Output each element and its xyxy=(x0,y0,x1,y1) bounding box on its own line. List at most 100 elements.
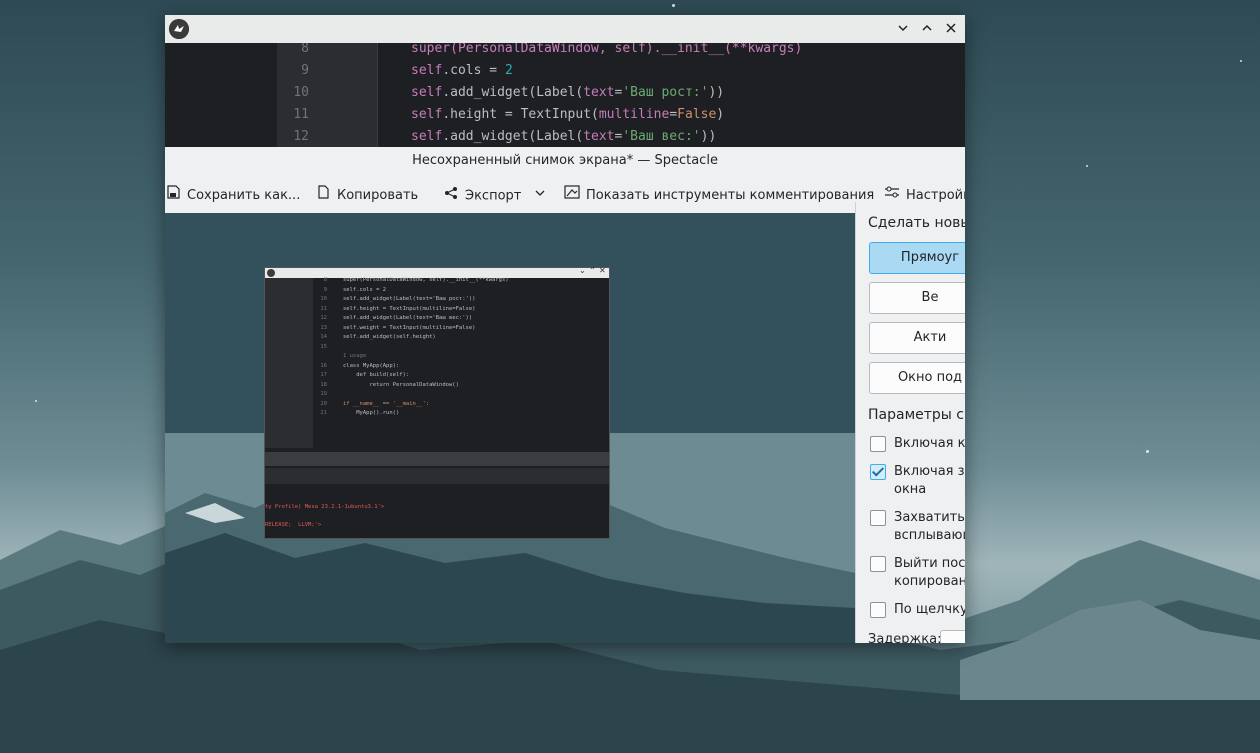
thumbnail-code-line: 9 self.cols = 2 xyxy=(265,286,609,295)
thumbnail-line-number: 19 xyxy=(320,391,327,397)
thumbnail-code-line: 13 self.weight = TextInput(multiline=Fals… xyxy=(265,324,609,333)
code-text: self.add_widget(Label(text='Ваш рост:')) xyxy=(411,85,725,100)
take-new-heading: Сделать новы xyxy=(868,215,965,231)
include-cursor-checkbox[interactable] xyxy=(870,436,886,452)
thumbnail-code-text: class MyApp(App): xyxy=(343,362,400,369)
maximize-icon[interactable] xyxy=(917,19,937,39)
thumbnail-code-line: 19 xyxy=(265,390,609,399)
thumbnail-code-text: super(PersonalDataWindow, self).__init__… xyxy=(343,277,509,283)
minimize-icon: ⌄ xyxy=(579,266,586,275)
rectangle-region-button[interactable]: Прямоуг xyxy=(869,242,965,274)
capture-popup-checkbox[interactable] xyxy=(870,510,886,526)
code-text: super(PersonalDataWindow, self).__init__… xyxy=(411,43,803,56)
annotate-icon xyxy=(564,175,580,217)
kivy-logo-icon xyxy=(169,19,189,39)
capture-popup-label-line2: всплывающ xyxy=(894,528,965,543)
window-under-cursor-button[interactable]: Окно под xyxy=(869,362,965,394)
thumbnail-code-text: self.cols = 2 xyxy=(343,286,387,293)
thumbnail-code-line: 10 self.add_widget(Label(text='Ваш рост:'… xyxy=(265,295,609,304)
code-line: 8 super(PersonalDataWindow, self).__init_… xyxy=(165,43,965,60)
thumbnail-code-line: 12 self.add_widget(Label(text='Ваш вес:')… xyxy=(265,314,609,323)
thumbnail-code-text: self.add_widget(Label(text='Ваш вес:')) xyxy=(343,315,473,321)
annotate-label: Показать инструменты комментирования xyxy=(586,188,875,203)
settings-label: Настройк xyxy=(906,188,965,203)
thumbnail-code-text: self.add_widget(Label(text='Ваш рост:')) xyxy=(343,296,476,302)
thumbnail-line-number: 17 xyxy=(320,372,327,378)
active-window-button[interactable]: Акти xyxy=(869,322,965,354)
include-cursor-label: Включая ку xyxy=(894,436,965,451)
screenshot-preview[interactable]: ⌄ ⌃ ✕ 8 super(PersonalDataWindow, self)._… xyxy=(165,213,855,643)
thumbnail-code-text: self.weight = TextInput(multiline=False) xyxy=(343,324,476,331)
save-icon xyxy=(165,175,181,217)
window-titlebar[interactable] xyxy=(165,15,965,44)
thumbnail-terminal-line: ty Profile) Mesa 23.2.1-1ubuntu3.1'> xyxy=(265,504,385,510)
include-titlebar-label-line2: окна xyxy=(894,482,927,497)
thumbnail-panel-bar xyxy=(265,468,609,484)
include-titlebar-checkbox[interactable] xyxy=(870,464,886,480)
thumbnail-line-number: 16 xyxy=(320,362,327,369)
preview-thumbnail-window: ⌄ ⌃ ✕ 8 super(PersonalDataWindow, self)._… xyxy=(264,266,610,539)
thumbnail-code-line: 17 def build(self): xyxy=(265,371,609,380)
quit-after-copy-label-line2: копировани xyxy=(894,574,965,589)
star xyxy=(672,4,675,7)
thumbnail-code-text: MyApp().run() xyxy=(343,410,400,416)
delay-label: Задержка: xyxy=(868,632,942,643)
code-text: self.height = TextInput(multiline=False) xyxy=(411,107,725,122)
code-line: 11 self.height = TextInput(multiline=Fals… xyxy=(165,104,965,126)
export-label: Экспорт xyxy=(465,188,522,204)
full-screen-button[interactable]: Ве xyxy=(869,282,965,314)
thumbnail-code-text: def build(self): xyxy=(343,372,410,378)
thumbnail-line-number: 11 xyxy=(320,305,327,312)
code-line: 10 self.add_widget(Label(text='Ваш рост:'… xyxy=(165,82,965,104)
close-icon[interactable] xyxy=(941,19,961,39)
annotate-button[interactable]: Показать инструменты комментирования xyxy=(564,175,874,217)
save-as-button[interactable]: Сохранить как... xyxy=(165,175,300,217)
capture-side-panel: Сделать новы Прямоуг Ве Акти Окно под Па… xyxy=(855,202,965,643)
on-click-checkbox[interactable] xyxy=(870,602,886,618)
star xyxy=(1146,450,1149,453)
code-text: self.cols = 2 xyxy=(411,63,513,78)
capture-params-heading: Параметры сн xyxy=(868,407,965,423)
thumbnail-line-number: 21 xyxy=(320,410,327,416)
thumbnail-line-number: 10 xyxy=(320,296,327,302)
thumbnail-code-line: 1 usage xyxy=(265,352,609,361)
save-as-label: Сохранить как... xyxy=(187,188,301,203)
thumbnail-code-line: 15 xyxy=(265,343,609,352)
line-number: 8 xyxy=(301,43,309,56)
line-number: 9 xyxy=(301,63,309,78)
code-line: 9 self.cols = 2 xyxy=(165,60,965,82)
share-icon xyxy=(443,176,459,218)
thumbnail-code-line: 21 MyApp().run() xyxy=(265,409,609,418)
capture-popup-label: Захватить т xyxy=(894,510,965,525)
line-number: 12 xyxy=(293,129,309,144)
thumbnail-line-number: 15 xyxy=(320,343,327,350)
minimize-icon[interactable] xyxy=(893,19,913,39)
thumbnail-code-line: 18 return PersonalDataWindow() xyxy=(265,381,609,390)
copy-button[interactable]: Копировать xyxy=(315,175,418,217)
thumbnail-code-line: 8 super(PersonalDataWindow, self).__init_… xyxy=(265,276,609,285)
thumbnail-code-line: 16 class MyApp(App): xyxy=(265,362,609,371)
thumbnail-code-line: 11 self.height = TextInput(multiline=Fals… xyxy=(265,305,609,314)
kivy-app-window: 8 super(PersonalDataWindow, self).__init_… xyxy=(165,15,965,643)
thumbnail-code-text: self.height = TextInput(multiline=False) xyxy=(343,305,476,312)
thumbnail-line-number: 8 xyxy=(323,277,327,283)
spectacle-window-title: Несохраненный снимок экрана* — Spectacle xyxy=(165,147,965,175)
quit-after-copy-checkbox[interactable] xyxy=(870,556,886,572)
export-button[interactable]: Экспорт xyxy=(443,175,546,217)
code-text: self.add_widget(Label(text='Ваш вес:')) xyxy=(411,129,717,144)
thumbnail-line-number: 20 xyxy=(320,400,327,407)
include-titlebar-label: Включая за xyxy=(894,464,965,479)
delay-spinbox[interactable] xyxy=(940,630,965,643)
star xyxy=(35,400,37,402)
copy-label: Копировать xyxy=(337,188,419,203)
chevron-down-icon xyxy=(534,175,546,217)
thumbnail-line-number: 14 xyxy=(320,334,327,340)
thumbnail-code-text: 1 usage xyxy=(343,353,367,359)
thumbnail-terminal-line: RELEASE; LLVM;'> xyxy=(265,522,322,528)
thumbnail-line-number: 18 xyxy=(320,381,327,388)
maximize-icon: ⌃ xyxy=(589,266,596,275)
thumbnail-line-number: 13 xyxy=(320,324,327,331)
close-icon: ✕ xyxy=(599,266,606,275)
spectacle-toolbar: Сохранить как... Копировать Экспорт Пока… xyxy=(165,175,965,218)
thumbnail-code-text: self.add_widget(self.height) xyxy=(343,334,436,340)
